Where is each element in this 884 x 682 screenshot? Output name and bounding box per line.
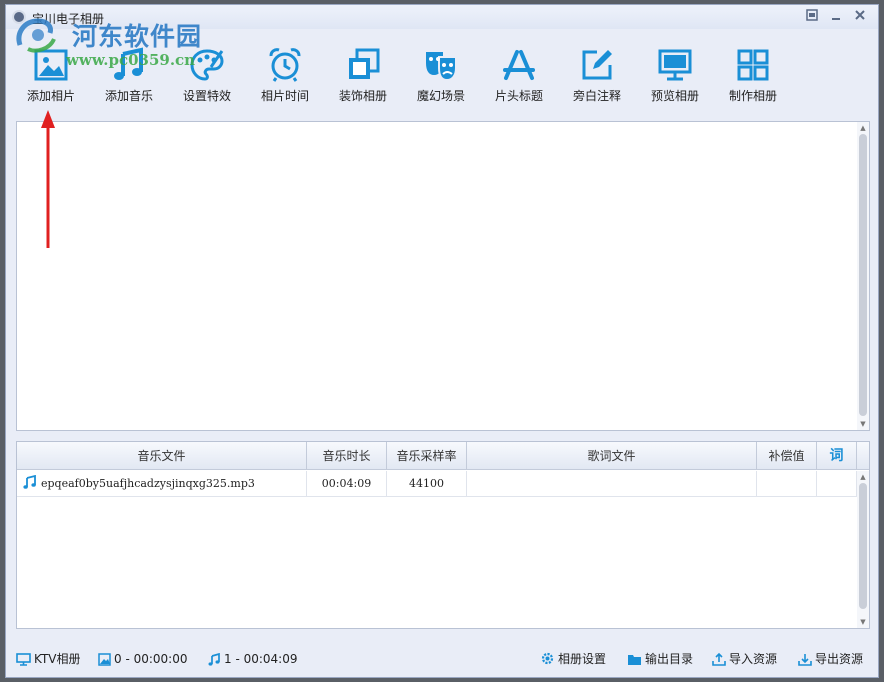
import-resource-label: 导入资源 — [729, 652, 778, 666]
add-photo-button[interactable]: 添加相片 — [12, 39, 90, 109]
lyrics-file-cell[interactable] — [467, 471, 757, 497]
title-intro-label: 片头标题 — [494, 89, 543, 103]
alarm-clock-icon — [269, 48, 301, 82]
restore-icon — [806, 9, 818, 21]
main-toolbar: 添加相片 添加音乐 设置特效 相片时间 装饰相册 魔幻场景 片头标题 旁白注释 … — [6, 29, 878, 113]
output-dir-label: 输出目录 — [645, 652, 694, 666]
decorate-album-label: 装饰相册 — [338, 89, 387, 103]
add-music-button[interactable]: 添加音乐 — [90, 39, 168, 109]
export-resource-label: 导出资源 — [815, 652, 864, 666]
lyrics-toggle-cell — [817, 471, 857, 497]
import-resource-button[interactable]: 导入资源 — [712, 651, 777, 667]
add-photo-label: 添加相片 — [26, 89, 75, 103]
edit-note-icon — [582, 50, 612, 80]
folder-icon — [628, 655, 641, 665]
scroll-up-icon[interactable]: ▲ — [857, 473, 869, 481]
album-settings-label: 相册设置 — [558, 652, 607, 666]
music-table: 音乐文件 音乐时长 音乐采样率 歌词文件 补偿值 词 epqeaf0by5uaf… — [16, 441, 870, 629]
ktv-album-button[interactable]: KTV相册 — [16, 651, 80, 667]
output-dir-button[interactable]: 输出目录 — [627, 651, 693, 667]
music-table-scrollbar[interactable]: ▲ ▼ — [857, 471, 869, 628]
photo-list-area[interactable]: ▲ ▼ — [16, 121, 870, 431]
title-intro-button[interactable]: 片头标题 — [480, 39, 558, 109]
monitor-icon — [16, 653, 31, 666]
preview-album-label: 预览相册 — [650, 89, 699, 103]
make-album-label: 制作相册 — [728, 89, 777, 103]
set-effects-button[interactable]: 设置特效 — [168, 39, 246, 109]
col-duration[interactable]: 音乐时长 — [307, 442, 387, 470]
annotation-arrow-icon — [41, 110, 55, 248]
duration-cell: 00:04:09 — [307, 471, 387, 497]
scroll-up-icon[interactable]: ▲ — [857, 124, 869, 132]
col-lyrics-toggle[interactable]: 词 — [817, 442, 857, 470]
ktv-album-label: KTV相册 — [34, 652, 81, 666]
export-resource-button[interactable]: 导出资源 — [798, 651, 863, 667]
close-button[interactable] — [850, 9, 870, 25]
magic-scene-label: 魔幻场景 — [416, 89, 465, 103]
app-logo-icon — [12, 10, 26, 24]
photo-time-label: 相片时间 — [260, 89, 309, 103]
photo-time-button[interactable]: 相片时间 — [246, 39, 324, 109]
title-bar: 宝川电子相册 — [6, 5, 878, 29]
grid-icon — [737, 49, 769, 81]
app-store-icon — [503, 50, 535, 80]
photo-area-scrollbar[interactable]: ▲ ▼ — [857, 122, 869, 430]
music-table-header: 音乐文件 音乐时长 音乐采样率 歌词文件 补偿值 词 — [17, 442, 869, 470]
scroll-down-icon[interactable]: ▼ — [857, 420, 869, 428]
make-album-button[interactable]: 制作相册 — [714, 39, 792, 109]
download-icon — [798, 654, 812, 666]
decorate-album-button[interactable]: 装饰相册 — [324, 39, 402, 109]
sample-rate-cell: 44100 — [387, 471, 467, 497]
photo-count-text: 0 - 00:00:00 — [114, 652, 188, 666]
theater-masks-icon — [426, 52, 457, 82]
music-note-icon — [114, 47, 143, 80]
stacked-frames-icon — [349, 48, 380, 79]
app-window: 宝川电子相册 添加相片 添加音乐 设置特效 相片时间 装饰相册 魔幻场景 片头标… — [5, 4, 879, 678]
music-file-name: epqeaf0by5uafjhcadzysjinqxg325.mp3 — [41, 477, 255, 490]
upload-icon — [712, 652, 726, 666]
scrollbar-thumb[interactable] — [859, 483, 867, 609]
narration-note-label: 旁白注释 — [572, 89, 621, 103]
music-count-text: 1 - 00:04:09 — [224, 652, 298, 666]
gear-icon — [541, 652, 554, 665]
minimize-button[interactable] — [826, 9, 846, 25]
monitor-icon — [658, 49, 692, 81]
close-icon — [855, 10, 865, 20]
minimize-icon — [832, 18, 840, 20]
palette-icon — [190, 49, 224, 81]
col-lyrics-file[interactable]: 歌词文件 — [467, 442, 757, 470]
music-note-icon — [208, 652, 220, 666]
set-effects-label: 设置特效 — [182, 89, 231, 103]
status-bar: KTV相册 0 - 00:00:00 1 - 00:04:09 相册设置 输出目… — [6, 639, 878, 677]
restore-button[interactable] — [802, 9, 822, 25]
offset-cell[interactable] — [757, 471, 817, 497]
music-count-status: 1 - 00:04:09 — [208, 651, 298, 667]
col-offset[interactable]: 补偿值 — [757, 442, 817, 470]
photo-count-status: 0 - 00:00:00 — [98, 651, 188, 667]
magic-scene-button[interactable]: 魔幻场景 — [402, 39, 480, 109]
window-title: 宝川电子相册 — [32, 12, 105, 26]
album-settings-button[interactable]: 相册设置 — [540, 651, 606, 667]
music-note-icon — [23, 474, 36, 489]
add-music-label: 添加音乐 — [104, 89, 153, 103]
image-icon — [34, 49, 68, 81]
image-icon — [98, 653, 111, 666]
table-row[interactable]: epqeaf0by5uafjhcadzysjinqxg325.mp3 00:04… — [17, 471, 857, 497]
col-sample-rate[interactable]: 音乐采样率 — [387, 442, 467, 470]
preview-album-button[interactable]: 预览相册 — [636, 39, 714, 109]
col-music-file[interactable]: 音乐文件 — [17, 442, 307, 470]
music-file-cell: epqeaf0by5uafjhcadzysjinqxg325.mp3 — [17, 471, 307, 497]
narration-note-button[interactable]: 旁白注释 — [558, 39, 636, 109]
scrollbar-thumb[interactable] — [859, 134, 867, 416]
scroll-down-icon[interactable]: ▼ — [857, 618, 869, 626]
